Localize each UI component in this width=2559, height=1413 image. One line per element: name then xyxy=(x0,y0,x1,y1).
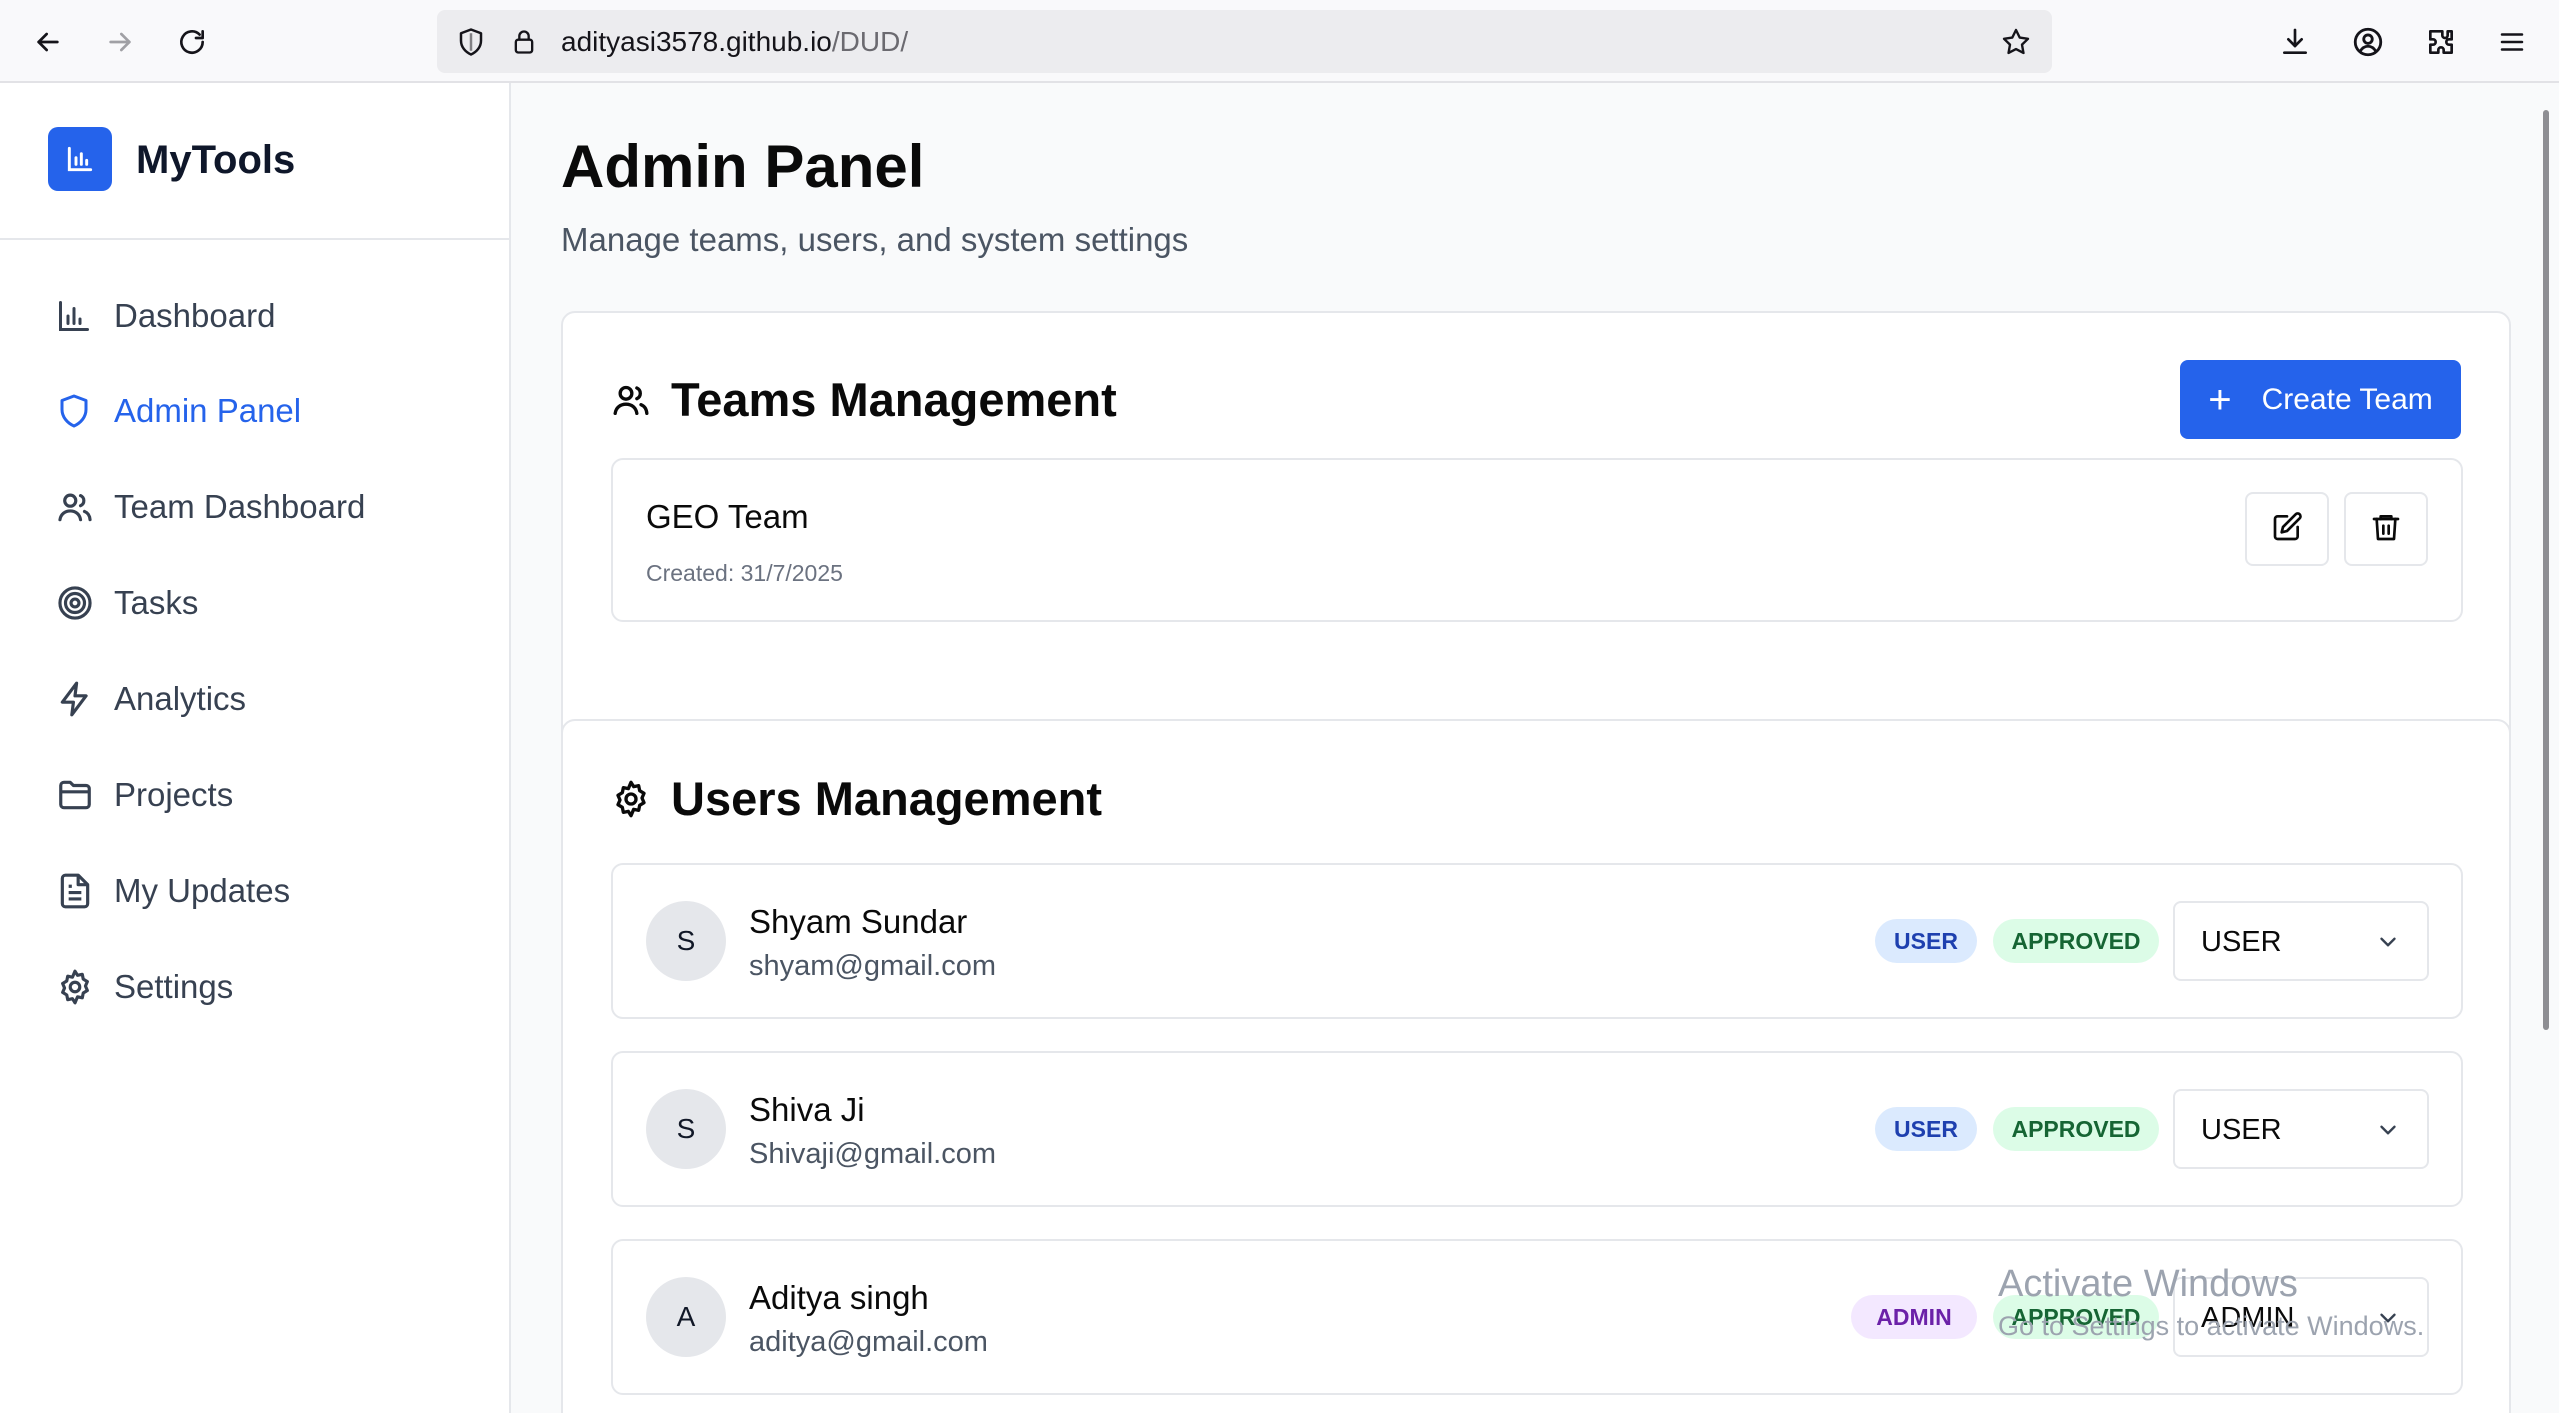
sidebar-item-admin-panel[interactable]: Admin Panel xyxy=(40,376,480,446)
teams-management-title: Teams Management xyxy=(611,370,1117,430)
sidebar-item-team-dashboard[interactable]: Team Dashboard xyxy=(40,472,480,542)
users-icon xyxy=(611,375,661,425)
sidebar-item-label: Team Dashboard xyxy=(114,488,366,525)
team-name: GEO Team xyxy=(646,498,809,535)
trash-icon xyxy=(2370,511,2402,548)
folder-icon xyxy=(40,760,110,830)
chevron-down-icon xyxy=(2375,929,2401,955)
download-icon[interactable] xyxy=(2271,18,2319,66)
edit-team-button[interactable] xyxy=(2245,492,2329,566)
brand-name: MyTools xyxy=(136,138,296,182)
lightning-icon xyxy=(40,664,110,734)
back-icon[interactable] xyxy=(24,18,72,66)
users-icon xyxy=(40,472,110,542)
chevron-down-icon xyxy=(2375,1117,2401,1143)
sidebar-item-tasks[interactable]: Tasks xyxy=(40,568,480,638)
lock-icon[interactable] xyxy=(505,23,543,61)
create-team-label: Create Team xyxy=(2261,382,2433,416)
sidebar-item-label: Settings xyxy=(114,968,234,1005)
avatar: S xyxy=(646,1089,726,1169)
account-icon[interactable] xyxy=(2344,18,2392,66)
user-row: S Shiva Ji Shivaji@gmail.com USER APPROV… xyxy=(611,1051,2463,1207)
sidebar-item-projects[interactable]: Projects xyxy=(40,760,480,830)
card-title-text: Users Management xyxy=(671,772,1102,825)
user-name: Shiva Ji xyxy=(749,1091,865,1128)
brand: MyTools xyxy=(0,83,509,240)
main-content: Admin Panel Manage teams, users, and sys… xyxy=(511,83,2531,1413)
bar-chart-icon xyxy=(40,281,110,351)
scrollbar-thumb[interactable] xyxy=(2543,110,2549,1030)
sidebar-item-my-updates[interactable]: My Updates xyxy=(40,856,480,926)
brand-logo-icon[interactable] xyxy=(48,127,112,191)
role-select-value: USER xyxy=(2201,1114,2282,1146)
shield-icon xyxy=(40,376,110,446)
url-path: /DUD/ xyxy=(831,26,909,57)
browser-toolbar: adityasi3578.github.io/DUD/ xyxy=(0,0,2559,83)
sidebar-item-label: Dashboard xyxy=(114,297,276,334)
sidebar-item-label: Projects xyxy=(114,776,234,813)
role-select[interactable]: USER xyxy=(2173,901,2429,981)
sidebar-item-label: Analytics xyxy=(114,680,247,717)
page-title: Admin Panel xyxy=(561,133,925,200)
watermark-title: Activate Windows xyxy=(1998,1263,2298,1305)
user-email: aditya@gmail.com xyxy=(749,1326,988,1358)
user-name: Shyam Sundar xyxy=(749,903,968,940)
status-badge: APPROVED xyxy=(1993,919,2159,963)
team-row: GEO Team Created: 31/7/2025 xyxy=(611,458,2463,622)
plus-icon: + xyxy=(2208,377,2232,422)
role-badge: USER xyxy=(1875,919,1977,963)
delete-team-button[interactable] xyxy=(2344,492,2428,566)
forward-icon[interactable] xyxy=(96,18,144,66)
users-management-title: Users Management xyxy=(611,769,1102,829)
sidebar-item-label: Tasks xyxy=(114,584,199,621)
edit-icon xyxy=(2271,511,2303,548)
create-team-button[interactable]: + Create Team xyxy=(2180,360,2461,439)
gear-icon xyxy=(611,774,661,824)
menu-icon[interactable] xyxy=(2488,18,2536,66)
avatar: A xyxy=(646,1277,726,1357)
url-host: adityasi3578.github.io xyxy=(561,26,832,57)
sidebar-item-dashboard[interactable]: Dashboard xyxy=(40,281,480,351)
sidebar-item-settings[interactable]: Settings xyxy=(40,952,480,1022)
avatar: S xyxy=(646,901,726,981)
activate-windows-watermark: Activate Windows Go to Settings to activ… xyxy=(1998,1262,2424,1342)
user-email: shyam@gmail.com xyxy=(749,950,996,982)
sidebar-item-analytics[interactable]: Analytics xyxy=(40,664,480,734)
team-created-date: Created: 31/7/2025 xyxy=(646,560,843,586)
card-title-text: Teams Management xyxy=(671,373,1117,426)
reload-icon[interactable] xyxy=(168,18,216,66)
tracking-shield-icon[interactable] xyxy=(452,23,490,61)
user-row: S Shyam Sundar shyam@gmail.com USER APPR… xyxy=(611,863,2463,1019)
user-name: Aditya singh xyxy=(749,1279,929,1316)
user-email: Shivaji@gmail.com xyxy=(749,1138,997,1170)
sidebar: MyTools Dashboard Admin Panel Team Dashb… xyxy=(0,83,511,1413)
watermark-subtitle: Go to Settings to activate Windows. xyxy=(1998,1311,2425,1341)
role-select-value: USER xyxy=(2201,926,2282,958)
document-icon xyxy=(40,856,110,926)
page-subtitle: Manage teams, users, and system settings xyxy=(561,221,1189,258)
target-icon xyxy=(40,568,110,638)
page-scrollbar[interactable] xyxy=(2531,83,2559,1413)
status-badge: APPROVED xyxy=(1993,1107,2159,1151)
url-text[interactable]: adityasi3578.github.io/DUD/ xyxy=(561,10,908,73)
gear-icon xyxy=(40,952,110,1022)
sidebar-item-label: Admin Panel xyxy=(114,392,302,429)
extensions-icon[interactable] xyxy=(2417,18,2465,66)
role-badge: ADMIN xyxy=(1851,1295,1977,1339)
sidebar-item-label: My Updates xyxy=(114,872,291,909)
role-badge: USER xyxy=(1875,1107,1977,1151)
teams-management-card: Teams Management + Create Team GEO Team … xyxy=(561,311,2511,754)
bookmark-star-icon[interactable] xyxy=(1997,23,2035,61)
role-select[interactable]: USER xyxy=(2173,1089,2429,1169)
url-bar[interactable]: adityasi3578.github.io/DUD/ xyxy=(437,10,2052,73)
